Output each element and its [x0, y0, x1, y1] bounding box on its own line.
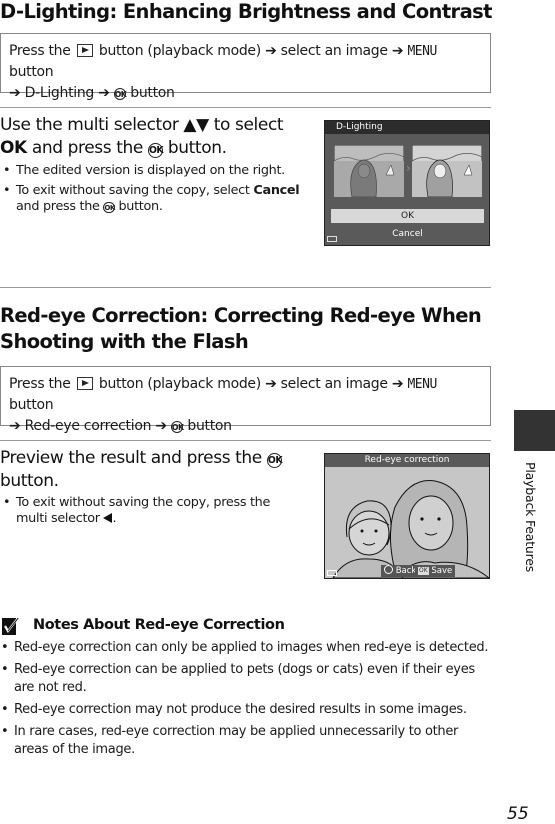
step-ok-bold: OK — [0, 138, 27, 158]
arrow-right-icon: ➔ — [391, 43, 404, 59]
chapter-tab-marker — [514, 410, 555, 451]
bullet-text: The edited version is displayed on the r… — [16, 163, 285, 178]
procedure-box-d-lighting: Press the button (playback mode) ➔ selec… — [0, 33, 491, 101]
step-red-eye: Preview the result and press the OK butt… — [0, 447, 315, 493]
bullet-text: To exit without saving the copy, select — [16, 183, 250, 198]
arrow-right-icon: ➔ — [391, 376, 404, 392]
menu-button-label: MENU — [407, 377, 437, 392]
notes-item: In rare cases, red-eye correction may be… — [0, 723, 490, 759]
procedure-text: Press the — [9, 376, 71, 392]
screen-title: Red-eye correction — [325, 454, 489, 467]
procedure-text: button — [9, 64, 54, 80]
screen-option-cancel[interactable]: Cancel — [331, 227, 484, 241]
arrow-right-icon: ➔ — [98, 85, 110, 101]
step-text: button. — [167, 138, 227, 158]
step-text: Use the multi selector ▲▼ to select — [0, 115, 284, 135]
screen-option-ok[interactable]: OK — [331, 209, 484, 223]
bullet-item: To exit without saving the copy, select … — [2, 183, 302, 215]
bullet-item: To exit without saving the copy, press t… — [2, 495, 302, 527]
ok-button-icon: OK — [170, 420, 184, 433]
ok-button-icon: OK — [113, 87, 127, 100]
save-label: Save — [431, 566, 453, 576]
title-line: Shooting with the Flash — [0, 330, 249, 353]
bullet-text: button. — [118, 199, 163, 214]
ok-button-icon: OK — [266, 452, 283, 468]
check-icon — [2, 616, 20, 635]
arrow-right-icon: ➔ — [9, 418, 21, 434]
procedure-text: button — [130, 85, 175, 101]
bullets-red-eye: To exit without saving the copy, press t… — [2, 495, 302, 531]
notes-item: Red-eye correction can be applied to pet… — [0, 661, 490, 697]
section-title-red-eye: Red-eye Correction: Correcting Red-eye W… — [0, 303, 482, 355]
divider — [0, 287, 491, 289]
screen-title: D-Lighting — [325, 121, 489, 134]
multi-selector-icon — [384, 565, 393, 574]
ok-button-icon: OK — [147, 142, 164, 158]
section-title-d-lighting: D-Lighting: Enhancing Brightness and Con… — [0, 0, 492, 23]
title-line: Red-eye Correction: Correcting Red-eye W… — [0, 304, 482, 327]
procedure-text: Press the — [9, 43, 71, 59]
save-button[interactable]: OK Save — [415, 565, 456, 577]
notes-item: Red-eye correction may not produce the d… — [0, 701, 490, 719]
back-label: Back — [395, 566, 417, 576]
arrow-right-icon: › — [406, 161, 411, 175]
bullet-text: To exit without saving the copy, press t… — [16, 495, 271, 526]
bullet-bold: Cancel — [253, 183, 300, 198]
battery-icon — [327, 570, 337, 576]
menu-button-label: MENU — [407, 44, 437, 59]
procedure-item: Red-eye correction — [24, 418, 152, 434]
edited-image-thumbnail — [412, 145, 482, 197]
playback-button-icon — [76, 377, 93, 390]
notes-list: Red-eye correction can only be applied t… — [0, 639, 490, 763]
back-button[interactable]: Back — [381, 565, 420, 577]
arrow-right-icon: ➔ — [265, 376, 277, 392]
procedure-text: button — [9, 397, 54, 413]
arrow-right-icon: ➔ — [265, 43, 277, 59]
playback-button-icon — [76, 44, 93, 57]
procedure-text: button — [187, 418, 232, 434]
procedure-box-red-eye: Press the button (playback mode) ➔ selec… — [0, 366, 491, 434]
arrow-right-icon: ➔ — [9, 85, 21, 101]
step-d-lighting: Use the multi selector ▲▼ to select OK a… — [0, 114, 315, 160]
camera-screen-d-lighting: D-Lighting › OK Cancel — [324, 120, 490, 246]
step-text: and press the — [31, 138, 143, 158]
ok-button-icon: OK — [418, 567, 429, 575]
portrait-image — [332, 480, 489, 578]
original-image-thumbnail — [334, 145, 404, 197]
procedure-text: select an image — [280, 43, 388, 59]
ok-button-icon: OK — [103, 201, 115, 213]
chapter-label-container: Playback Features — [520, 462, 540, 582]
procedure-item: D-Lighting — [24, 85, 95, 101]
procedure-text: select an image — [280, 376, 388, 392]
page-number: 55 — [507, 804, 529, 824]
left-arrow-icon — [103, 513, 113, 523]
step-text: button. — [0, 471, 59, 491]
divider — [0, 440, 491, 442]
bullet-text: and press the — [16, 199, 100, 214]
bullet-item: The edited version is displayed on the r… — [2, 163, 302, 179]
camera-screen-red-eye: Red-eye correction Back OK Save — [324, 453, 490, 579]
arrow-right-icon: ➔ — [155, 418, 167, 434]
procedure-text: button (playback mode) — [98, 376, 261, 392]
notes-title: Notes About Red-eye Correction — [33, 617, 285, 633]
notes-item: Red-eye correction can only be applied t… — [0, 639, 490, 657]
procedure-text: button (playback mode) — [98, 43, 261, 59]
divider — [0, 107, 491, 109]
bullets-d-lighting: The edited version is displayed on the r… — [2, 163, 302, 219]
battery-icon — [327, 236, 337, 242]
chapter-label: Playback Features — [523, 462, 538, 573]
step-text: Preview the result and press the — [0, 448, 262, 468]
